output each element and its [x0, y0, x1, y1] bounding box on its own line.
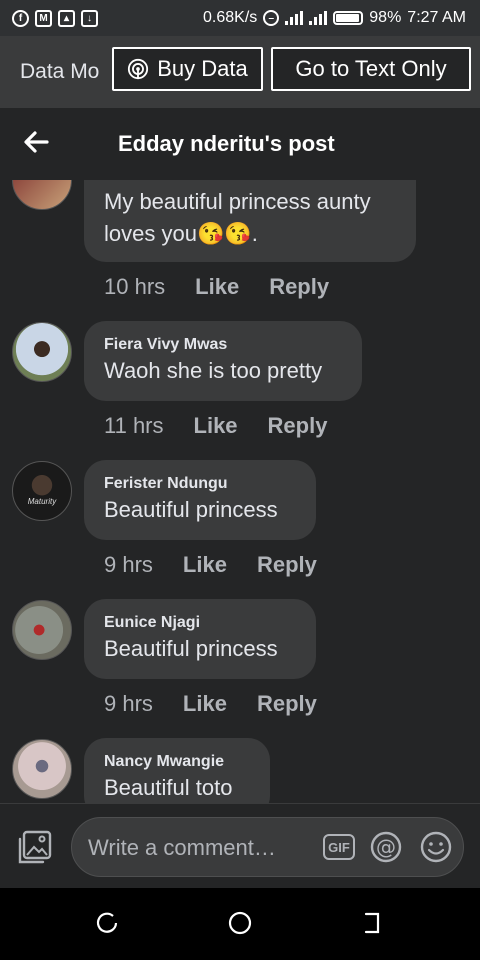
- svg-text:@: @: [376, 835, 396, 859]
- gmail-icon: M: [35, 9, 52, 27]
- reply-button[interactable]: Reply: [269, 274, 329, 300]
- comment-input[interactable]: Write a comment… GIF @: [71, 817, 464, 877]
- comment-meta: 9 hrs Like Reply: [104, 552, 317, 578]
- comment-text: Beautiful toto: [104, 775, 233, 800]
- clock: 7:27 AM: [407, 9, 466, 26]
- avatar[interactable]: [12, 600, 72, 660]
- comment-bubble[interactable]: Nancy Mwangie Beautiful toto: [84, 738, 270, 803]
- avatar[interactable]: [12, 180, 72, 210]
- comment-text: My beautiful princess aunty loves you😘😘.: [104, 189, 371, 246]
- avatar-caption: Maturity: [27, 497, 57, 506]
- comment-author[interactable]: Eunice Njagi: [104, 613, 296, 633]
- gif-icon[interactable]: GIF: [323, 834, 355, 860]
- dnd-icon: –: [263, 10, 280, 26]
- comment-meta: 9 hrs Like Reply: [104, 691, 317, 717]
- back-arrow-icon[interactable]: [22, 128, 50, 156]
- comment-bubble[interactable]: Ferister Ndungu Beautiful princess: [84, 460, 316, 540]
- comment-time: 11 hrs: [104, 413, 164, 438]
- buy-data-label: Buy Data: [157, 56, 248, 81]
- comment-text: Beautiful princess: [104, 636, 278, 661]
- like-button[interactable]: Like: [183, 552, 227, 578]
- image-icon: ▴: [58, 9, 75, 27]
- status-bar: f M ▴ ↓ 0.68K/s – 98% 7:27 AM: [0, 0, 480, 36]
- photo-icon[interactable]: [16, 830, 54, 866]
- home-icon[interactable]: [227, 910, 253, 936]
- comment-meta: 11 hrs Like Reply: [104, 413, 327, 439]
- post-header: Edday nderitu's post: [0, 108, 480, 180]
- comment-text: Beautiful princess: [104, 497, 278, 522]
- comment-placeholder: Write a comment…: [88, 835, 276, 860]
- like-button[interactable]: Like: [194, 413, 238, 439]
- like-button[interactable]: Like: [183, 691, 227, 717]
- kiss-emoji: 😘😘.: [196, 221, 258, 246]
- network-speed: 0.68K/s: [203, 9, 258, 26]
- comment-bubble[interactable]: My beautiful princess aunty loves you😘😘.: [84, 180, 416, 262]
- comment-bubble[interactable]: Eunice Njagi Beautiful princess: [84, 599, 316, 679]
- comment-meta: 10 hrs Like Reply: [104, 274, 329, 300]
- buy-data-button[interactable]: Buy Data: [112, 47, 263, 91]
- notification-icons: f M ▴ ↓: [0, 9, 98, 27]
- comment-time: 9 hrs: [104, 691, 153, 716]
- avatar[interactable]: [12, 739, 72, 799]
- comment-author[interactable]: Ferister Ndungu: [104, 474, 296, 494]
- download-icon: ↓: [81, 9, 98, 27]
- comment-time: 9 hrs: [104, 552, 153, 577]
- text-only-button[interactable]: Go to Text Only: [271, 47, 471, 91]
- reply-button[interactable]: Reply: [257, 691, 317, 717]
- signal-icon: [309, 11, 328, 25]
- signal-4g-icon: [285, 11, 304, 25]
- comment-text: Waoh she is too pretty: [104, 358, 323, 383]
- comment-bubble[interactable]: Fiera Vivy Mwas Waoh she is too pretty: [84, 321, 362, 401]
- back-icon[interactable]: [360, 910, 386, 936]
- comment-composer: Write a comment… GIF @: [0, 803, 480, 889]
- text-only-label: Go to Text Only: [295, 56, 447, 81]
- recent-apps-icon[interactable]: [94, 910, 120, 936]
- system-status: 0.68K/s – 98% 7:27 AM: [203, 9, 480, 27]
- at-mention-icon[interactable]: @: [370, 831, 402, 863]
- broadcast-icon: [128, 58, 149, 80]
- reply-button[interactable]: Reply: [268, 413, 328, 439]
- data-mode-label[interactable]: Data Mo: [0, 60, 112, 84]
- reply-button[interactable]: Reply: [257, 552, 317, 578]
- navigation-bar: [0, 888, 480, 960]
- comments-list: My beautiful princess aunty loves you😘😘.…: [0, 180, 480, 803]
- emoji-icon[interactable]: [420, 831, 452, 863]
- comment-author[interactable]: Fiera Vivy Mwas: [104, 335, 342, 355]
- facebook-icon: f: [12, 9, 29, 27]
- comment-author[interactable]: Nancy Mwangie: [104, 752, 250, 772]
- battery-percent: 98%: [369, 9, 402, 26]
- battery-icon: [333, 11, 364, 25]
- data-mode-bar: Data Mo Buy Data Go to Text Only: [0, 36, 480, 108]
- avatar[interactable]: Maturity: [12, 461, 72, 521]
- like-button[interactable]: Like: [195, 274, 239, 300]
- avatar[interactable]: [12, 322, 72, 382]
- comment-time: 10 hrs: [104, 274, 166, 299]
- page-title: Edday nderitu's post: [118, 131, 335, 156]
